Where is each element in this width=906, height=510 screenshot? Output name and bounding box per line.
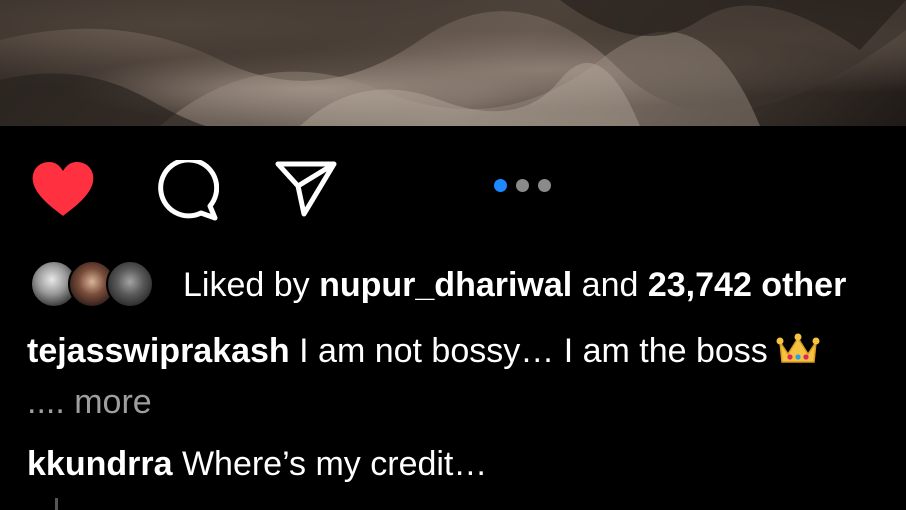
- crown-icon: [776, 333, 820, 363]
- caption-text: I am not bossy… I am the boss: [289, 332, 768, 370]
- heart-filled-icon[interactable]: [30, 160, 96, 220]
- caption-more-link[interactable]: .... more: [27, 378, 152, 426]
- paper-plane-icon[interactable]: [274, 160, 338, 218]
- post-image-texture: [0, 0, 906, 126]
- post-image[interactable]: [0, 0, 906, 126]
- carousel-dot: [538, 179, 551, 192]
- next-comment-cutoff: [55, 498, 906, 510]
- likes-count[interactable]: 23,742 other: [648, 266, 846, 304]
- post-caption: tejasswiprakash I am not bossy… I am the…: [27, 327, 820, 375]
- reply-thread-line: [55, 498, 58, 510]
- caption-username[interactable]: tejasswiprakash: [27, 332, 290, 370]
- likes-middle: and: [572, 266, 648, 304]
- liker-username[interactable]: nupur_dhariwal: [319, 266, 572, 304]
- carousel-dot: [516, 179, 529, 192]
- likes-prefix: Liked by: [183, 266, 320, 304]
- post-actions-bar: [0, 126, 906, 246]
- likes-row[interactable]: Liked by nupur_dhariwal and 23,742 other: [30, 258, 906, 312]
- comment-bubble-icon[interactable]: [155, 160, 219, 222]
- liker-avatars: [30, 258, 160, 312]
- comment-item: kkundrra Where’s my credit…: [27, 440, 487, 488]
- carousel-indicator: [494, 179, 551, 192]
- comment-username[interactable]: kkundrra: [27, 445, 173, 483]
- likes-text: Liked by nupur_dhariwal and 23,742 other: [183, 258, 846, 312]
- carousel-dot-active: [494, 179, 507, 192]
- comment-text: Where’s my credit…: [172, 445, 488, 483]
- avatar: [106, 260, 154, 308]
